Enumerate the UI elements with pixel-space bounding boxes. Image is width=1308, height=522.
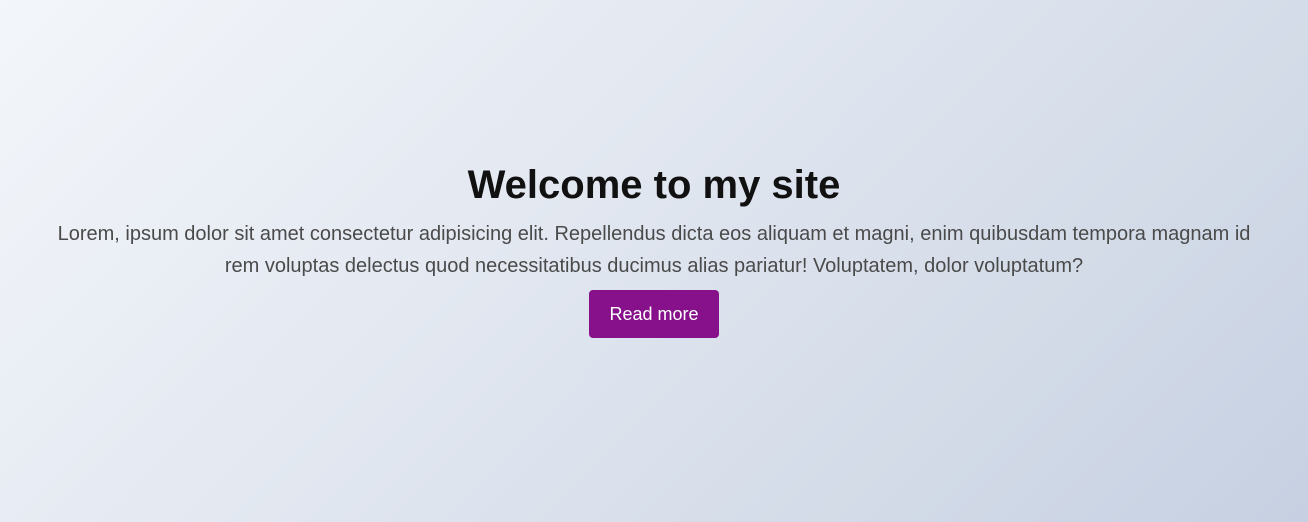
page-title: Welcome to my site xyxy=(467,163,841,207)
hero-section: Welcome to my site Lorem, ipsum dolor si… xyxy=(0,0,1308,522)
hero-content: Welcome to my site Lorem, ipsum dolor si… xyxy=(0,160,1308,338)
hero-description: Lorem, ipsum dolor sit amet consectetur … xyxy=(57,223,1251,277)
read-more-button[interactable]: Read more xyxy=(589,290,719,338)
